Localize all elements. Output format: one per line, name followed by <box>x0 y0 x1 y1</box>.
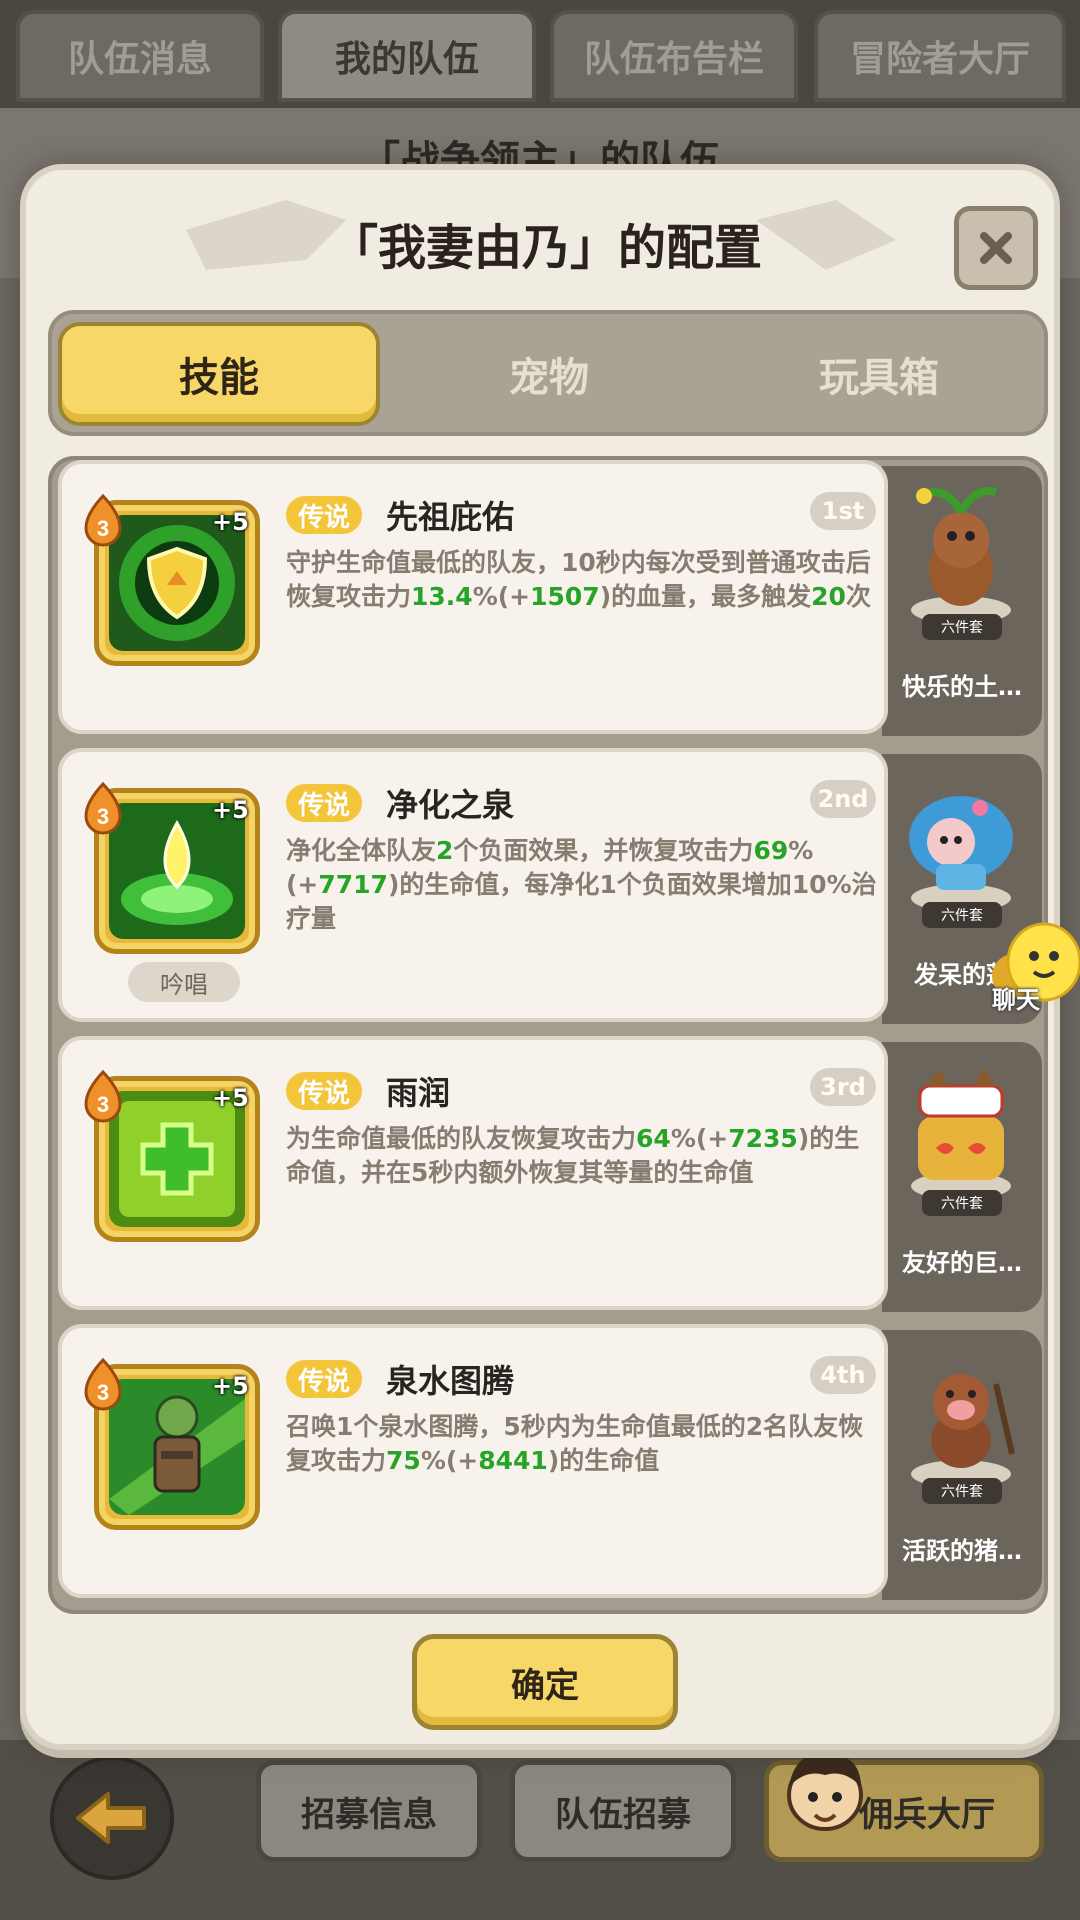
skill-rank: 1st <box>810 492 876 530</box>
rarity-badge: 传说 <box>286 1360 363 1398</box>
set-badge: 六件套 <box>922 1190 1002 1216</box>
rarity-badge: 传说 <box>286 496 363 534</box>
enhance-level: +5 <box>212 1372 249 1400</box>
dialog-title: 「我妻由乃」的配置 <box>329 220 762 276</box>
skill-card[interactable]: 3 +5 传说 先祖庇佑 1st 守护生命值最低的队友，10秒内每次受到普通攻击… <box>58 460 888 734</box>
skill-rank: 4th <box>810 1356 876 1394</box>
skill-name: 雨润 <box>386 1074 451 1112</box>
level-badge-icon: 3 <box>84 782 122 835</box>
skill-name: 净化之泉 <box>386 786 515 824</box>
skill-description: 净化全体队友2个负面效果，并恢复攻击力69%(+7717)的生命值，每净化1个负… <box>286 836 877 933</box>
pet-name: 友好的巨… <box>902 1249 1022 1277</box>
pet-figure-icon <box>911 487 1011 624</box>
enhance-level: +5 <box>212 508 249 536</box>
mercenary-avatar-icon <box>787 1752 863 1831</box>
mercenary-hall-label: 佣兵大厅 <box>859 1794 995 1835</box>
config-dialog: 「我妻由乃」的配置 技能 宠物 玩具箱 六件套 快乐的土… 3 +5 传说 先祖… <box>20 164 1060 1750</box>
skill-description: 守护生命值最低的队友，10秒内每次受到普通攻击后恢复攻击力13.4%(+1507… <box>286 548 871 611</box>
skill-rank: 2nd <box>810 780 876 818</box>
rarity-badge: 传说 <box>286 1072 363 1110</box>
enhance-level: +5 <box>212 1084 249 1112</box>
pet-figure-icon <box>911 1068 1011 1200</box>
pet-slot[interactable]: 六件套 活跃的猪… <box>882 1330 1042 1600</box>
skill-description: 召唤1个泉水图腾，5秒内为生命值最低的2名队友恢复攻击力75%(+8441)的生… <box>286 1412 864 1475</box>
recruit-info-button[interactable]: 招募信息 <box>256 1760 482 1862</box>
pet-figure-icon <box>911 1374 1015 1488</box>
close-icon <box>980 232 1012 264</box>
tab-team-messages[interactable]: 队伍消息 <box>16 10 264 102</box>
tab-adventurer-hall[interactable]: 冒险者大厅 <box>814 10 1066 102</box>
chant-badge: 吟唱 <box>128 962 240 1002</box>
skill-level: 3 <box>97 1092 109 1117</box>
mercenary-hall-button[interactable]: 佣兵大厅 <box>764 1752 1044 1862</box>
tab-skills[interactable]: 技能 <box>58 322 380 426</box>
skill-description: 为生命值最低的队友恢复攻击力64%(+7235)的生命值，并在5秒内额外恢复其等… <box>286 1124 860 1187</box>
skill-level: 3 <box>97 516 109 541</box>
tab-my-team[interactable]: 我的队伍 <box>278 10 536 102</box>
back-arrow-icon <box>76 1792 146 1844</box>
level-badge-icon: 3 <box>84 1070 122 1123</box>
tab-toy-box[interactable]: 玩具箱 <box>718 322 1040 426</box>
skill-card[interactable]: 3 +5 吟唱 传说 净化之泉 2nd 净化全体队友2个负面效果，并恢复攻击力6… <box>58 748 888 1022</box>
team-recruit-button[interactable]: 队伍招募 <box>510 1760 736 1862</box>
pet-name: 活跃的猪… <box>902 1537 1022 1565</box>
rarity-badge: 传说 <box>286 784 363 822</box>
tab-team-bulletin[interactable]: 队伍布告栏 <box>550 10 798 102</box>
top-tab-bar: 队伍消息 我的队伍 队伍布告栏 冒险者大厅 <box>0 0 1080 110</box>
pet-slot[interactable]: 六件套 友好的巨… <box>882 1042 1042 1312</box>
level-badge-icon: 3 <box>84 494 122 547</box>
level-badge-icon: 3 <box>84 1358 122 1411</box>
back-button[interactable] <box>50 1756 174 1880</box>
enhance-level: +5 <box>212 796 249 824</box>
config-tab-bar: 技能 宠物 玩具箱 <box>48 310 1048 436</box>
confirm-button[interactable]: 确定 <box>412 1634 678 1730</box>
skill-card[interactable]: 3 +5 传说 泉水图腾 4th 召唤1个泉水图腾，5秒内为生命值最低的2名队友… <box>58 1324 888 1598</box>
skill-name: 泉水图腾 <box>386 1362 515 1400</box>
set-badge: 六件套 <box>922 1478 1002 1504</box>
tab-pets[interactable]: 宠物 <box>388 322 710 426</box>
skill-rank: 3rd <box>810 1068 876 1106</box>
chat-label[interactable]: 聊天 <box>992 980 1040 1015</box>
pet-figure-icon <box>909 796 1013 912</box>
skill-list: 六件套 快乐的土… 3 +5 传说 先祖庇佑 1st 守护生命值最低的队友，10… <box>48 456 1048 1614</box>
skill-level: 3 <box>97 1380 109 1405</box>
skill-name: 先祖庇佑 <box>386 498 515 536</box>
close-button[interactable] <box>954 206 1038 290</box>
pet-slot[interactable]: 六件套 快乐的土… <box>882 466 1042 736</box>
skill-level: 3 <box>97 804 109 829</box>
pet-name: 快乐的土… <box>902 673 1022 701</box>
set-badge: 六件套 <box>922 614 1002 640</box>
skill-card[interactable]: 3 +5 传说 雨润 3rd 为生命值最低的队友恢复攻击力64%(+7235)的… <box>58 1036 888 1310</box>
